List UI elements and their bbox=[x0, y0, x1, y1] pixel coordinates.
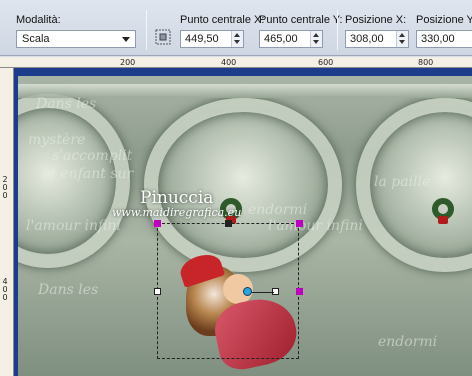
edge-handle-top[interactable] bbox=[225, 220, 232, 227]
chevron-down-icon bbox=[122, 37, 130, 42]
corner-handle-top-right[interactable] bbox=[296, 220, 303, 227]
position-x-value: 308,00 bbox=[350, 33, 384, 45]
center-x-label: Punto centrale X: bbox=[180, 14, 265, 26]
tool-options-bar: Modalità: Scala Punto centrale X: 449,50… bbox=[0, 0, 472, 56]
spin-up-icon[interactable] bbox=[234, 33, 240, 37]
mode-select-value: Scala bbox=[22, 33, 50, 45]
background-text: endormi bbox=[248, 202, 308, 218]
position-x-spinner[interactable] bbox=[396, 31, 408, 47]
center-x-spinner[interactable] bbox=[231, 31, 243, 47]
background-text: Dans les bbox=[36, 96, 97, 112]
toolbar-separator bbox=[146, 10, 147, 50]
center-y-spinner[interactable] bbox=[310, 31, 322, 47]
background-text: Dans les bbox=[38, 282, 99, 298]
background-text: l'amour infini bbox=[26, 218, 121, 234]
ruler-tick: 400 bbox=[221, 58, 237, 67]
ruler-tick: 600 bbox=[318, 58, 334, 67]
watermark-title: Pinuccia bbox=[140, 188, 214, 208]
center-y-value: 465,00 bbox=[264, 33, 298, 45]
vertical-ruler[interactable]: 2 0 0 4 0 0 bbox=[0, 68, 14, 376]
center-x-value: 449,50 bbox=[185, 33, 219, 45]
corner-handle-top-left[interactable] bbox=[154, 220, 161, 227]
background-text: endormi bbox=[378, 334, 438, 350]
deform-bounding-box[interactable] bbox=[154, 220, 303, 359]
bow-icon bbox=[438, 216, 448, 224]
position-x-input[interactable]: 308,00 bbox=[345, 30, 409, 48]
horizontal-ruler[interactable]: 200 400 600 800 bbox=[0, 57, 472, 68]
center-y-label: Punto centrale Y: bbox=[259, 14, 343, 26]
spin-down-icon[interactable] bbox=[313, 40, 319, 44]
position-y-value: 330,00 bbox=[421, 33, 455, 45]
background-text: s'accomplit bbox=[52, 148, 133, 164]
toolbar-separator bbox=[337, 10, 338, 50]
center-point-icon[interactable] bbox=[154, 28, 172, 46]
edge-handle-right[interactable] bbox=[296, 288, 303, 295]
ruler-tick: 800 bbox=[418, 58, 434, 67]
position-x-label: Posizione X: bbox=[345, 14, 407, 26]
center-x-input[interactable]: 449,50 bbox=[180, 30, 244, 48]
spin-down-icon[interactable] bbox=[234, 40, 240, 44]
position-y-input[interactable]: 330,00 bbox=[416, 30, 472, 48]
watermark-url: www.maidiregrafica.eu bbox=[112, 206, 242, 219]
mode-select[interactable]: Scala bbox=[16, 30, 136, 48]
canvas-workspace[interactable]: 200 400 600 800 2 0 0 4 0 0 Dans les mys… bbox=[0, 57, 472, 376]
edge-handle-left[interactable] bbox=[154, 288, 161, 295]
position-y-label: Posizione Y: bbox=[416, 14, 472, 26]
pivot-handle-icon[interactable] bbox=[243, 287, 252, 296]
background-text: et enfant sur bbox=[42, 166, 134, 182]
spin-up-icon[interactable] bbox=[313, 33, 319, 37]
background-text: mystère bbox=[28, 132, 86, 148]
spin-down-icon[interactable] bbox=[399, 40, 405, 44]
center-y-input[interactable]: 465,00 bbox=[259, 30, 323, 48]
ruler-tick: 4 0 0 bbox=[2, 277, 8, 302]
ruler-tick: 2 0 0 bbox=[2, 175, 8, 200]
background-text: la paille bbox=[374, 174, 431, 190]
mode-label: Modalità: bbox=[16, 14, 61, 26]
spin-up-icon[interactable] bbox=[399, 33, 405, 37]
ruler-tick: 200 bbox=[120, 58, 136, 67]
